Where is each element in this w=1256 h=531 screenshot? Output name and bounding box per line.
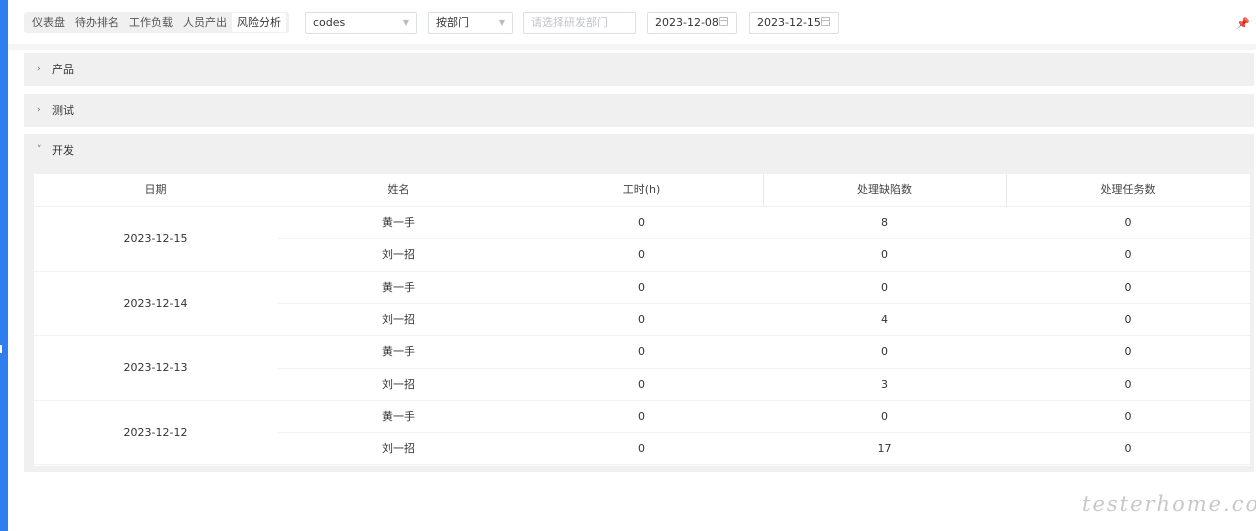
- cell-hours: 0: [638, 312, 645, 326]
- panel-title-dev: 开发: [52, 144, 74, 157]
- cell-tasks: 0: [1124, 248, 1132, 262]
- end-date-value: 2023-12-15: [757, 16, 821, 29]
- cell-name: 黄一手: [382, 280, 415, 294]
- cell-tasks: 0: [1124, 216, 1132, 229]
- cell-tasks: 0: [1124, 409, 1132, 423]
- column-divider: [763, 174, 764, 206]
- tab-output[interactable]: 人员产出: [178, 13, 232, 32]
- start-date-picker[interactable]: 2023-12-08: [647, 12, 737, 34]
- chevron-right-icon: ›: [37, 64, 41, 74]
- chevron-down-icon: ˅: [37, 145, 42, 155]
- cell-defects: 3: [881, 377, 888, 391]
- dept-select-placeholder: 请选择研发部门: [531, 16, 608, 29]
- dept-select[interactable]: 请选择研发部门: [523, 12, 636, 34]
- cell-tasks: 0: [1124, 280, 1132, 294]
- chevron-down-icon: ▼: [498, 18, 505, 27]
- panel-title-product: 产品: [52, 63, 74, 76]
- project-select[interactable]: codes ▼: [305, 12, 417, 34]
- sidebar-marker: [0, 345, 2, 353]
- cell-tasks: 0: [1124, 377, 1132, 391]
- column-header-name: 姓名: [387, 183, 410, 196]
- group-by-select[interactable]: 按部门 ▼: [428, 12, 513, 34]
- dev-output-table: 日期 姓名 工时(h) 处理缺陷数 处理任务数 2023-12-15 黄一手 0 8 0…: [34, 174, 1250, 466]
- cell-name: 黄一手: [382, 345, 415, 359]
- cell-hours: 0: [638, 345, 645, 359]
- cell-defects: 8: [881, 216, 888, 229]
- calendar-icon: [719, 17, 728, 26]
- column-header-defects: 处理缺陷数: [857, 183, 912, 196]
- cell-name: 刘一招: [382, 377, 415, 391]
- column-header-date: 日期: [144, 183, 167, 196]
- cell-defects: 0: [881, 409, 888, 423]
- panel-header-test[interactable]: › 测试: [24, 94, 1254, 127]
- cell-date: 2023-12-14: [123, 296, 188, 310]
- cell-tasks: 0: [1124, 345, 1132, 359]
- pin-icon[interactable]: 📌: [1236, 17, 1250, 30]
- view-tabs: 仪表盘 待办排名 工作负载 人员产出 风险分析: [24, 12, 289, 33]
- cell-defects: 0: [881, 345, 888, 359]
- project-select-value: codes: [313, 16, 346, 29]
- cell-date: 2023-12-13: [123, 361, 188, 375]
- cell-defects: 17: [877, 442, 892, 456]
- end-date-picker[interactable]: 2023-12-15: [749, 12, 839, 34]
- cell-hours: 0: [638, 248, 645, 262]
- panel-header-product[interactable]: › 产品: [24, 53, 1254, 86]
- chevron-down-icon: ▼: [402, 18, 409, 27]
- calendar-icon: [821, 17, 830, 26]
- chevron-right-icon: ›: [37, 105, 41, 115]
- column-header-hours: 工时(h): [622, 183, 661, 196]
- cell-name: 黄一手: [382, 409, 415, 423]
- cell-name: 刘一招: [382, 312, 415, 326]
- cell-tasks: 0: [1124, 442, 1132, 456]
- cell-name: 刘一招: [382, 442, 415, 456]
- tab-todo-ranking[interactable]: 待办排名: [70, 13, 124, 32]
- column-divider: [1006, 174, 1007, 206]
- filter-toolbar: 仪表盘 待办排名 工作负载 人员产出 风险分析 codes ▼ 按部门 ▼ 请选…: [8, 0, 1256, 44]
- group-by-value: 按部门: [436, 16, 469, 29]
- cell-tasks: 0: [1124, 312, 1132, 326]
- cell-defects: 0: [881, 248, 888, 262]
- cell-hours: 0: [638, 377, 645, 391]
- column-header-tasks: 处理任务数: [1100, 183, 1156, 196]
- cell-hours: 0: [638, 442, 645, 456]
- cell-defects: 0: [881, 280, 888, 294]
- tab-workload[interactable]: 工作负载: [124, 13, 178, 32]
- panel-header-dev[interactable]: ˅ 开发: [24, 134, 1254, 167]
- cell-date: 2023-12-12: [123, 425, 188, 439]
- cell-date: 2023-12-15: [123, 232, 188, 245]
- panel-title-test: 测试: [52, 104, 74, 117]
- tab-risk-analysis[interactable]: 风险分析: [232, 13, 286, 32]
- tab-dashboard[interactable]: 仪表盘: [27, 13, 70, 32]
- toolbar-separator: [8, 44, 1256, 50]
- cell-hours: 0: [638, 216, 645, 229]
- table-header: 日期 姓名 工时(h) 处理缺陷数 处理任务数: [34, 174, 1250, 207]
- cell-name: 刘一招: [382, 248, 415, 262]
- site-watermark: testerhome.com: [1082, 492, 1256, 516]
- cell-hours: 0: [638, 280, 645, 294]
- start-date-value: 2023-12-08: [655, 16, 719, 29]
- app-sidebar-edge: [0, 0, 8, 531]
- row-divider: [34, 464, 1250, 466]
- cell-hours: 0: [638, 409, 645, 423]
- cell-defects: 4: [881, 312, 888, 326]
- cell-name: 黄一手: [382, 216, 415, 229]
